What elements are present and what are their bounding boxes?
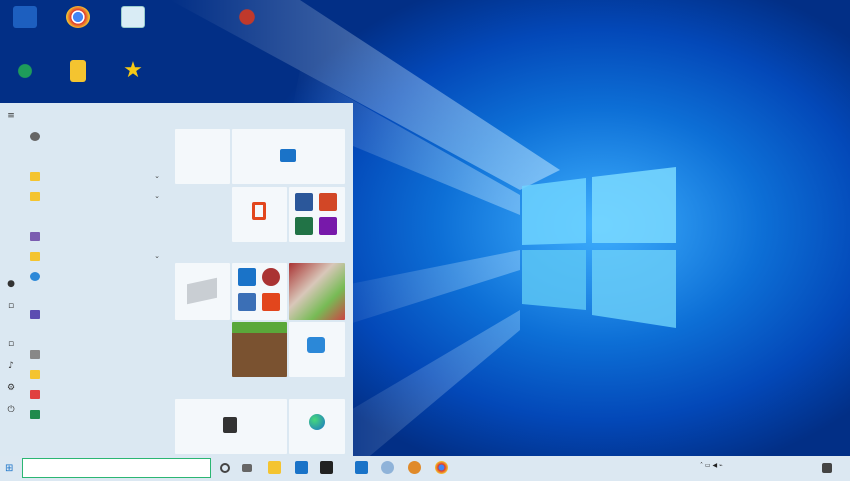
file-icon xyxy=(70,60,86,82)
media-icon xyxy=(262,268,280,286)
power-icon[interactable]: ⏻ xyxy=(5,405,17,415)
app-list: ⌄ ⌄ ⌄ xyxy=(22,103,170,456)
app-item-8[interactable] xyxy=(30,347,166,361)
app-icon xyxy=(30,349,40,359)
excel-icon xyxy=(295,217,313,235)
onenote-icon xyxy=(319,217,337,235)
settings-icon[interactable]: ⚙ xyxy=(5,383,17,393)
desktop-icon-2[interactable] xyxy=(55,6,101,30)
app-item-4[interactable] xyxy=(30,229,166,243)
windows-logo xyxy=(522,167,676,328)
edge-tile[interactable] xyxy=(289,399,345,454)
chevron-down-icon: ⌄ xyxy=(154,252,160,260)
folder-icon xyxy=(30,171,40,181)
app-icon xyxy=(30,309,40,319)
desktop-icon-5[interactable] xyxy=(2,60,48,84)
app-item-6[interactable] xyxy=(30,269,166,283)
app-item-7[interactable] xyxy=(30,307,166,321)
photos-icon[interactable] xyxy=(295,461,308,474)
paint-icon xyxy=(307,337,325,353)
3d-viewer-tile[interactable] xyxy=(175,263,230,320)
desktop-icon-7[interactable]: ★ xyxy=(110,60,156,84)
app-item-3[interactable]: ⌄ xyxy=(30,189,166,203)
bag-icon xyxy=(223,417,237,433)
small-apps-tile[interactable] xyxy=(232,263,287,320)
word-icon xyxy=(295,193,313,211)
folder-icon xyxy=(30,369,40,379)
news-tile[interactable] xyxy=(289,263,345,320)
this-pc-icon xyxy=(13,6,37,28)
tray-icons[interactable]: ˄ ▭ ◀ ⌁ xyxy=(700,462,723,469)
mail-icon[interactable] xyxy=(355,461,368,474)
user-icon[interactable]: ● xyxy=(5,279,17,289)
desktop-icon-4[interactable] xyxy=(224,6,270,30)
minecraft-tile[interactable] xyxy=(232,322,287,377)
music-icon[interactable]: ♪ xyxy=(5,361,17,371)
calculator-icon xyxy=(238,293,256,311)
task-view-icon[interactable] xyxy=(242,464,252,472)
edge-icon xyxy=(309,414,325,430)
chrome-icon[interactable] xyxy=(435,461,448,474)
recycle-icon xyxy=(13,60,37,82)
media-icon[interactable] xyxy=(320,461,333,474)
app-item-2[interactable]: ⌄ xyxy=(30,169,166,183)
paint-tile[interactable] xyxy=(289,322,345,377)
chevron-down-icon: ⌄ xyxy=(154,192,160,200)
desktop-icon-6[interactable] xyxy=(55,60,101,84)
taskbar: ⊞ ˄ ▭ ◀ ⌁ xyxy=(0,456,850,481)
mail-tile[interactable] xyxy=(232,129,345,184)
mail-icon xyxy=(280,149,296,162)
cube-icon xyxy=(187,277,217,305)
app-icon xyxy=(30,231,40,241)
user-icon xyxy=(30,131,40,141)
search-input[interactable] xyxy=(22,458,211,478)
app-icon xyxy=(30,409,40,419)
cortana-icon[interactable] xyxy=(220,463,230,473)
office-tile[interactable] xyxy=(232,187,287,242)
app-item-9[interactable] xyxy=(30,367,166,381)
star-icon: ★ xyxy=(123,58,143,83)
powerpoint-icon xyxy=(319,193,337,211)
office-apps-tile[interactable] xyxy=(289,187,345,242)
start-button[interactable]: ⊞ xyxy=(5,463,16,474)
start-rail: ≡ ● ▫ ▫ ♪ ⚙ ⏻ xyxy=(0,103,22,456)
store-icon xyxy=(238,268,256,286)
calendar-tile[interactable] xyxy=(175,129,230,184)
app-item-10[interactable] xyxy=(30,387,166,401)
store-tile[interactable] xyxy=(175,399,287,454)
desktop-icon-1[interactable] xyxy=(2,6,48,30)
notification-icon[interactable] xyxy=(822,463,832,473)
app-item-11[interactable] xyxy=(30,407,166,421)
file-explorer-icon[interactable] xyxy=(268,461,281,474)
chevron-down-icon: ⌄ xyxy=(154,172,160,180)
start-menu: ≡ ● ▫ ▫ ♪ ⚙ ⏻ ⌄ ⌄ ⌄ xyxy=(0,103,353,456)
document-icon xyxy=(121,6,145,28)
app-item-1[interactable] xyxy=(30,129,166,143)
desktop-icon-3[interactable] xyxy=(110,6,156,30)
folder-icon xyxy=(30,251,40,261)
folder-icon xyxy=(30,191,40,201)
app-item-5[interactable]: ⌄ xyxy=(30,249,166,263)
pictures-icon[interactable]: ▫ xyxy=(5,339,17,349)
app-icon xyxy=(30,271,40,281)
office-small-icon xyxy=(262,293,280,311)
hamburger-icon[interactable]: ≡ xyxy=(5,111,17,121)
documents-icon[interactable]: ▫ xyxy=(5,301,17,311)
app-icon xyxy=(30,389,40,399)
tile-area xyxy=(170,103,353,456)
bug-icon xyxy=(235,6,259,28)
edge-icon[interactable] xyxy=(381,461,394,474)
chrome-icon xyxy=(66,6,90,28)
office-icon xyxy=(252,202,266,220)
paint-icon[interactable] xyxy=(408,461,421,474)
